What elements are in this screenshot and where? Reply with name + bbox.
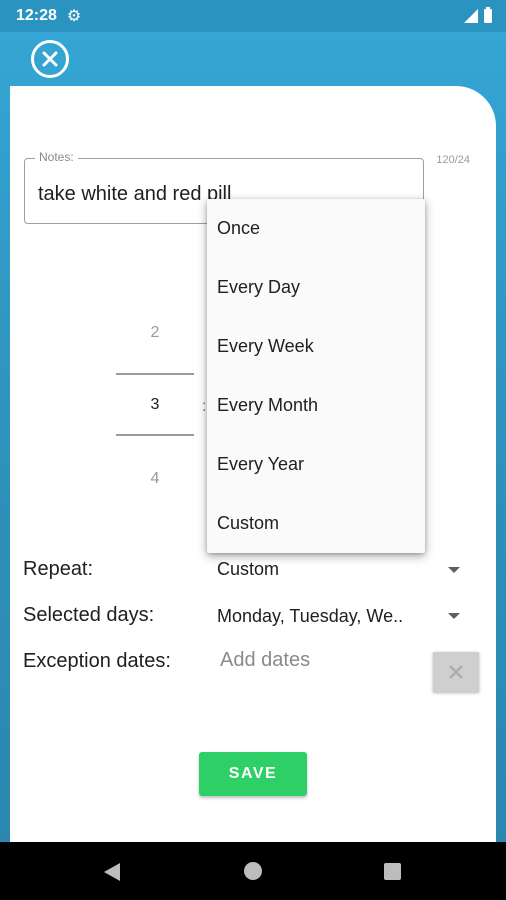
- repeat-label: Repeat:: [23, 558, 94, 580]
- notes-input[interactable]: take white and red pill: [38, 183, 231, 206]
- navigation-bar: [0, 842, 506, 900]
- repeat-select-value[interactable]: Custom: [217, 559, 279, 580]
- home-icon[interactable]: [244, 862, 262, 880]
- time-separator: :: [202, 398, 207, 415]
- picker-current-value[interactable]: 3: [116, 396, 194, 414]
- dropdown-option-custom[interactable]: Custom: [207, 494, 425, 553]
- picker-next-value[interactable]: 4: [116, 470, 194, 488]
- add-dates-input[interactable]: Add dates: [220, 649, 310, 672]
- picker-divider-top: [116, 373, 194, 375]
- close-button[interactable]: [31, 40, 69, 78]
- exception-dates-label: Exception dates:: [23, 650, 171, 672]
- close-icon: [42, 51, 58, 67]
- selected-days-select-value[interactable]: Monday, Tuesday, We..: [217, 606, 403, 627]
- chevron-down-icon[interactable]: [448, 613, 460, 619]
- repeat-dropdown-menu: Once Every Day Every Week Every Month Ev…: [207, 199, 425, 553]
- selected-days-label: Selected days:: [23, 604, 155, 626]
- dropdown-option-every-month[interactable]: Every Month: [207, 376, 425, 435]
- back-icon[interactable]: [104, 863, 120, 881]
- character-counter: 120/24: [436, 154, 470, 166]
- recent-apps-icon[interactable]: [384, 863, 401, 880]
- dropdown-option-every-year[interactable]: Every Year: [207, 435, 425, 494]
- gear-icon: ⚙: [66, 8, 82, 25]
- clear-dates-button[interactable]: [433, 652, 479, 692]
- status-icons: [464, 7, 492, 23]
- battery-icon: [484, 7, 492, 23]
- chevron-down-icon[interactable]: [448, 567, 460, 573]
- signal-icon: [464, 9, 478, 23]
- notes-label: Notes:: [35, 150, 78, 164]
- close-icon: [449, 665, 463, 679]
- picker-divider-bottom: [116, 434, 194, 436]
- save-button[interactable]: SAVE: [199, 752, 307, 796]
- status-time: 12:28: [16, 7, 57, 24]
- dropdown-option-every-week[interactable]: Every Week: [207, 317, 425, 376]
- picker-prev-value[interactable]: 2: [116, 324, 194, 342]
- dropdown-option-every-day[interactable]: Every Day: [207, 258, 425, 317]
- status-bar: 12:28 ⚙: [0, 0, 506, 32]
- dropdown-option-once[interactable]: Once: [207, 199, 425, 258]
